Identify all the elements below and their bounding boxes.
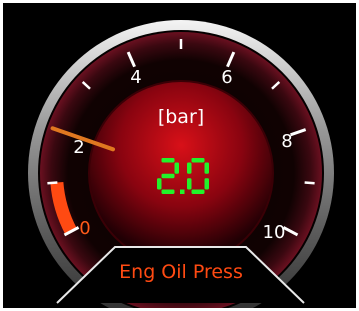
readout-segment [161,173,175,179]
tick-label-8: 8 [281,131,292,152]
tick-label-0: 0 [79,218,90,239]
readout-segment [174,162,179,174]
tick-label-4: 4 [130,67,141,88]
minor-tick [304,181,315,185]
gauge-dial: 0 2 4 6 8 10 [bar] Eng Oil Press [28,20,334,308]
tick-label-6: 6 [221,67,232,88]
gauge-title: Eng Oil Press [119,261,243,283]
unit-label: [bar] [158,106,204,128]
minor-tick [47,181,58,185]
readout-segment [204,178,209,190]
readout-segment [204,162,209,174]
tick-label-10: 10 [263,222,286,243]
readout-decimal-point [180,189,185,194]
readout-segment [161,158,175,163]
readout-segment [157,178,162,190]
readout-segment [187,178,192,190]
readout-segment [191,158,205,163]
oil-pressure-gauge: 0 2 4 6 8 10 [bar] Eng Oil Press [3,3,356,308]
readout-segment [187,162,192,174]
readout-segment [161,189,175,194]
readout-segment [191,189,205,194]
